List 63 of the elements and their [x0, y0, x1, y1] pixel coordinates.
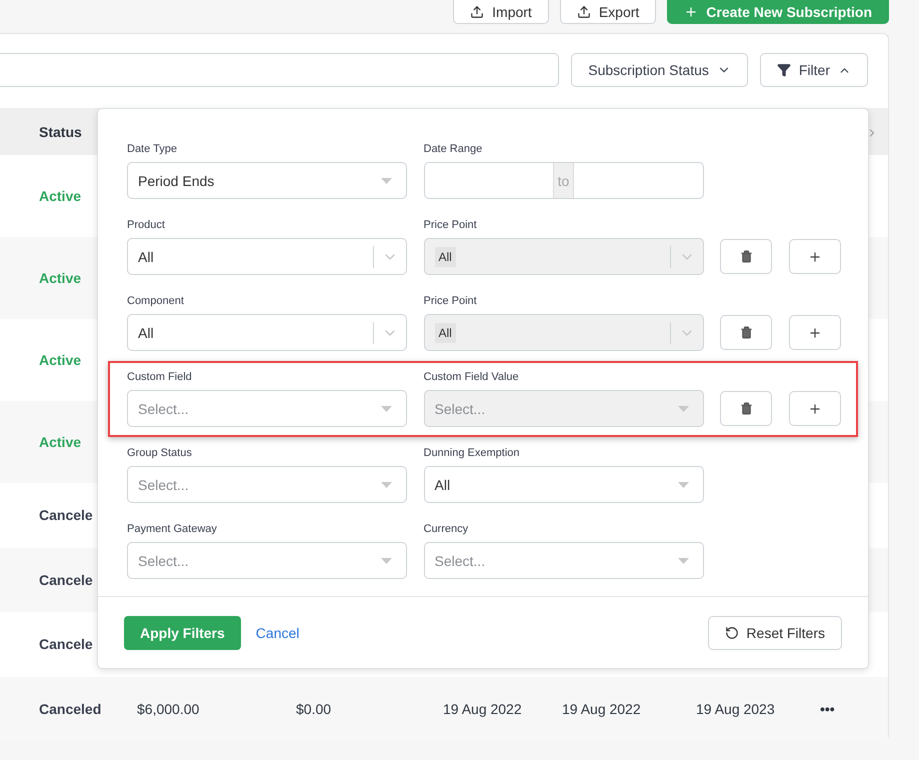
table-cell: 19 Aug 2022 — [562, 700, 641, 717]
add-button[interactable] — [788, 239, 840, 274]
field-label: Group Status — [127, 447, 193, 459]
field-label: Date Range — [424, 143, 484, 155]
range-separator: to — [552, 163, 574, 198]
reset-icon — [725, 626, 740, 640]
field-label: Custom Field — [127, 371, 193, 383]
status-dropdown[interactable]: Subscription Status — [571, 53, 748, 87]
field-label: Component — [127, 295, 185, 307]
filter-button[interactable]: Filter — [760, 53, 868, 87]
trash-icon — [740, 250, 752, 263]
field-label: Product — [127, 219, 166, 231]
more-menu[interactable]: ••• — [820, 700, 835, 717]
caret-icon — [381, 558, 392, 564]
reset-filters-button[interactable]: Reset Filters — [708, 616, 842, 650]
plus-icon — [808, 250, 822, 264]
add-button[interactable] — [788, 391, 840, 426]
top-button[interactable]: Import — [453, 0, 549, 24]
filter-icon — [776, 63, 791, 77]
field-label: Custom Field Value — [424, 371, 520, 383]
select-field[interactable]: All — [424, 466, 704, 503]
status-text: Active — [39, 188, 82, 204]
upload-icon — [470, 4, 484, 18]
status-text: Cancele — [39, 572, 93, 588]
field-label: Price Point — [424, 219, 478, 231]
delete-button[interactable] — [720, 315, 772, 350]
upload-icon — [576, 4, 591, 18]
caret-icon — [381, 178, 392, 184]
column-header: Status — [39, 124, 82, 140]
status-text: Active — [39, 270, 82, 286]
caret-icon — [381, 406, 392, 412]
table-cell: 19 Aug 2023 — [696, 700, 775, 717]
field-label: Currency — [424, 523, 470, 535]
plus-icon — [808, 402, 822, 416]
value-chip: All — [434, 322, 456, 342]
caret-icon — [678, 558, 688, 564]
plus-icon — [684, 4, 698, 18]
field-label: Dunning Exemption — [424, 447, 521, 459]
delete-button[interactable] — [720, 239, 772, 274]
status-text: Cancele — [39, 636, 93, 652]
field-label: Payment Gateway — [127, 523, 218, 535]
select-field[interactable]: All — [127, 238, 407, 275]
trash-icon — [740, 326, 752, 339]
top-button[interactable]: Export — [560, 0, 656, 24]
field-label: Price Point — [424, 295, 478, 307]
table-cell: $6,000.00 — [137, 700, 200, 717]
plus-icon — [808, 326, 822, 340]
select-field[interactable]: All — [127, 314, 407, 351]
cancel-link[interactable]: Cancel — [256, 624, 300, 640]
status-text: Active — [39, 352, 82, 368]
field-label: Date Type — [127, 143, 178, 155]
status-text: Cancele — [39, 507, 93, 524]
caret-icon — [678, 406, 688, 412]
search-field[interactable] — [0, 53, 560, 87]
table-cell: 19 Aug 2022 — [443, 700, 522, 717]
table-cell: $0.00 — [296, 700, 332, 717]
status-text: Canceled — [39, 700, 102, 717]
value-chip: All — [434, 246, 456, 266]
add-button[interactable] — [788, 315, 840, 350]
select-field[interactable]: Period Ends — [127, 162, 407, 199]
delete-button[interactable] — [720, 391, 772, 426]
trash-icon — [740, 402, 752, 415]
status-text: Active — [39, 434, 82, 450]
